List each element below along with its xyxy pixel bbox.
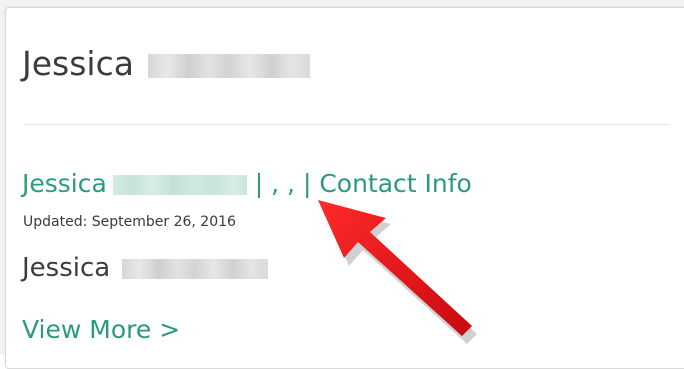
profile-name-link[interactable]: Jessica (22, 169, 247, 198)
page-background: Jessica Jessica | , , | Contact Info Upd… (0, 0, 684, 369)
redacted-last-name (148, 53, 311, 78)
profile-subname-first-name: Jessica (22, 253, 111, 283)
redacted-link-last-name (112, 175, 247, 195)
updated-date: Updated: September 26, 2016 (23, 214, 236, 230)
redacted-subname-last-name (122, 258, 269, 279)
red-arrow-icon (318, 200, 477, 344)
profile-title-first-name: Jessica (22, 44, 134, 83)
section-divider (24, 124, 670, 125)
profile-title: Jessica (22, 44, 311, 84)
view-more-link[interactable]: View More > (22, 314, 180, 346)
profile-subname: Jessica (22, 252, 269, 284)
